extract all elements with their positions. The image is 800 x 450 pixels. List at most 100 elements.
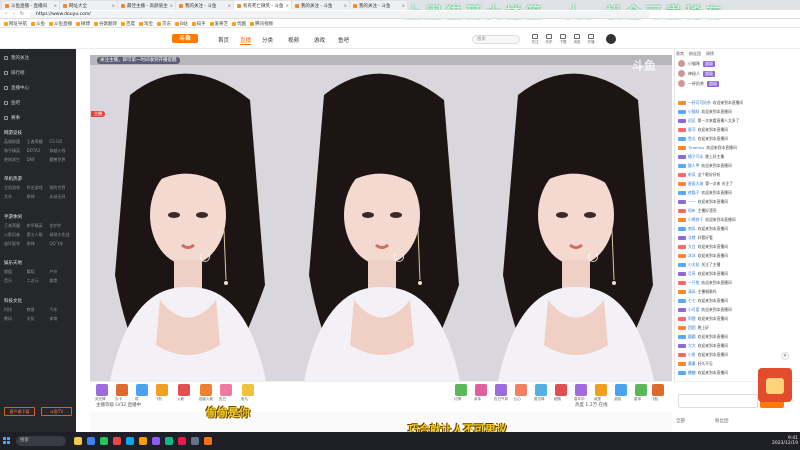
taskbar-search[interactable]: 搜索 [16,436,66,446]
rank-tab[interactable]: 周榜 [706,51,714,58]
sidebar-category-link[interactable]: 科技 [4,307,27,313]
header-icon-button[interactable]: 历史 [544,34,554,45]
sidebar-category-link[interactable]: 王者荣耀 [4,223,27,229]
chat-username[interactable]: 清风 [688,289,696,294]
sidebar-category-link[interactable]: 美食 [49,278,72,284]
sidebar-category-link[interactable]: DOTA2 [27,148,50,154]
bookmark-item[interactable]: 腾讯视频 [250,21,273,27]
avatar[interactable] [606,34,616,44]
sidebar-category-link[interactable]: 我的世界 [49,185,72,191]
sidebar-category-link[interactable]: 文化 [27,316,50,322]
gift-icon[interactable] [156,384,168,396]
bookmark-item[interactable]: 网址导航 [4,21,27,27]
chat-username[interactable]: 鱼丸 [688,136,696,141]
chat-username[interactable]: 一一 [688,199,696,204]
gift-icon[interactable] [96,384,108,396]
nav-item[interactable]: 视频 [288,36,299,44]
sidebar-category-link[interactable]: 教育 [27,307,50,313]
header-icon-button[interactable]: 消息 [572,34,582,45]
header-icon-button[interactable]: 关注 [530,34,540,45]
chat-username[interactable]: 月亮 [688,271,696,276]
chat-username[interactable]: 小鱼 [688,352,696,357]
sidebar-category-link[interactable]: 金铲铲 [49,223,72,229]
browser-tab[interactable]: 我的关注 - 斗鱼 × [350,1,407,10]
gift-icon[interactable] [535,384,547,396]
nav-item[interactable]: 分类 [262,36,273,44]
chat-username[interactable]: 阿布 [688,208,696,213]
chat-username[interactable]: 南风 [688,226,696,231]
site-logo[interactable]: 斗鱼 [172,34,198,43]
sidebar-category-link[interactable]: CS:GO [49,139,72,145]
chat-username[interactable]: 小太阳 [688,262,699,267]
chat-username[interactable]: 星河 [688,127,696,132]
rank-row[interactable]: 小猫咪 超级 [678,60,715,67]
gift-icon[interactable] [242,384,254,396]
taskbar-app-icon[interactable] [178,437,186,445]
chat-username[interactable]: 夜猫子 [688,190,699,195]
bookmark-item[interactable]: 斗鱼直播 [49,21,72,27]
browser-tab[interactable]: 网址大全 × [60,1,117,10]
sidebar-category-link[interactable]: 主机游戏 [4,185,27,191]
chat-username[interactable]: 小可爱 [688,307,699,312]
browser-tab[interactable]: 我的关注 - 斗鱼 × [176,1,233,10]
bookmark-item[interactable]: 爱奇艺 [209,21,228,27]
chat-input[interactable] [678,394,758,408]
bookmark-item[interactable]: B站 [175,21,188,27]
sidebar-category-link[interactable]: 音乐 [4,278,27,284]
chat-username[interactable]: 听风 [688,172,696,177]
sidebar-category-link[interactable]: 球球大作战 [49,232,72,238]
taskbar-app-icon[interactable] [165,437,173,445]
sidebar-category-link[interactable]: 和平精英 [4,148,27,154]
browser-tab[interactable]: 我的关注 - 斗鱼 × [292,1,349,10]
sidebar-category-link[interactable]: 崩坏星穹 [4,241,27,247]
chat-username[interactable]: 路人甲 [688,163,699,168]
chat-username[interactable]: 圆圆 [688,334,696,339]
nav-item[interactable]: 游戏 [314,36,325,44]
chat-username[interactable]: 糖糖 [688,370,696,375]
chat-username[interactable]: 小猫呀 [688,109,699,114]
bookmark-item[interactable]: 微博 [76,21,90,27]
rank-row[interactable]: 神秘人 超级 [678,70,715,77]
gift-icon[interactable] [615,384,627,396]
sidebar-item[interactable]: 赛事 [4,115,20,121]
gift-icon[interactable] [455,384,467,396]
gift-icon[interactable] [200,384,212,396]
taskbar-app-icon[interactable] [204,437,212,445]
sidebar-category-link[interactable]: 怀旧游戏 [27,185,50,191]
gift-icon[interactable] [555,384,567,396]
sidebar-category-link[interactable]: 王者荣耀 [27,139,50,145]
bookmark-item[interactable]: 淘宝 [139,21,153,27]
close-tab-icon[interactable]: × [402,3,407,8]
gift-icon[interactable] [178,384,190,396]
gift-icon[interactable] [652,384,664,396]
close-tab-icon[interactable]: × [344,3,349,8]
sidebar-item[interactable]: 我的关注 [4,55,29,61]
sidebar-category-link[interactable]: 汽车 [49,307,72,313]
gift-icon[interactable] [220,384,232,396]
sidebar-category-link[interactable]: 魔兽世界 [49,157,72,163]
sidebar-category-link[interactable]: 数码 [4,316,27,322]
sidebar-category-link[interactable]: 原神 [27,241,50,247]
sidebar-button[interactable]: 斗鱼TV [41,407,72,416]
rank-tab[interactable]: 粉丝团 [689,51,701,58]
bookmark-item[interactable]: 谷歌翻译 [94,21,117,27]
forward-icon[interactable]: › [11,11,17,17]
chat-username[interactable]: Tiramisu [688,145,704,150]
rank-row[interactable]: 一杯奶茶 超级 [678,80,719,87]
close-tab-icon[interactable]: × [170,3,175,8]
sidebar-category-link[interactable]: 永劫无间 [49,194,72,200]
taskbar-app-icon[interactable] [113,437,121,445]
chat-username[interactable]: 初见 [688,118,696,123]
sidebar-category-link[interactable]: 火影忍者 [4,232,27,238]
header-icon-button[interactable]: 下载 [558,34,568,45]
sidebar-button[interactable]: 客户端下载 [4,407,35,416]
back-icon[interactable]: ‹ [3,11,9,17]
browser-tab[interactable]: 最佳主播 - 高颜值主播 × [118,1,175,10]
taskbar-app-icon[interactable] [152,437,160,445]
sidebar-item[interactable]: 鱼吧 [4,100,20,106]
chat-username[interactable]: 橘子汽水 [688,154,703,159]
header-icon-button[interactable]: 开播 [586,34,596,45]
sidebar-category-link[interactable]: 原神 [27,194,50,200]
taskbar-app-icon[interactable] [126,437,134,445]
chat-username[interactable]: 沐沐 [688,253,696,258]
